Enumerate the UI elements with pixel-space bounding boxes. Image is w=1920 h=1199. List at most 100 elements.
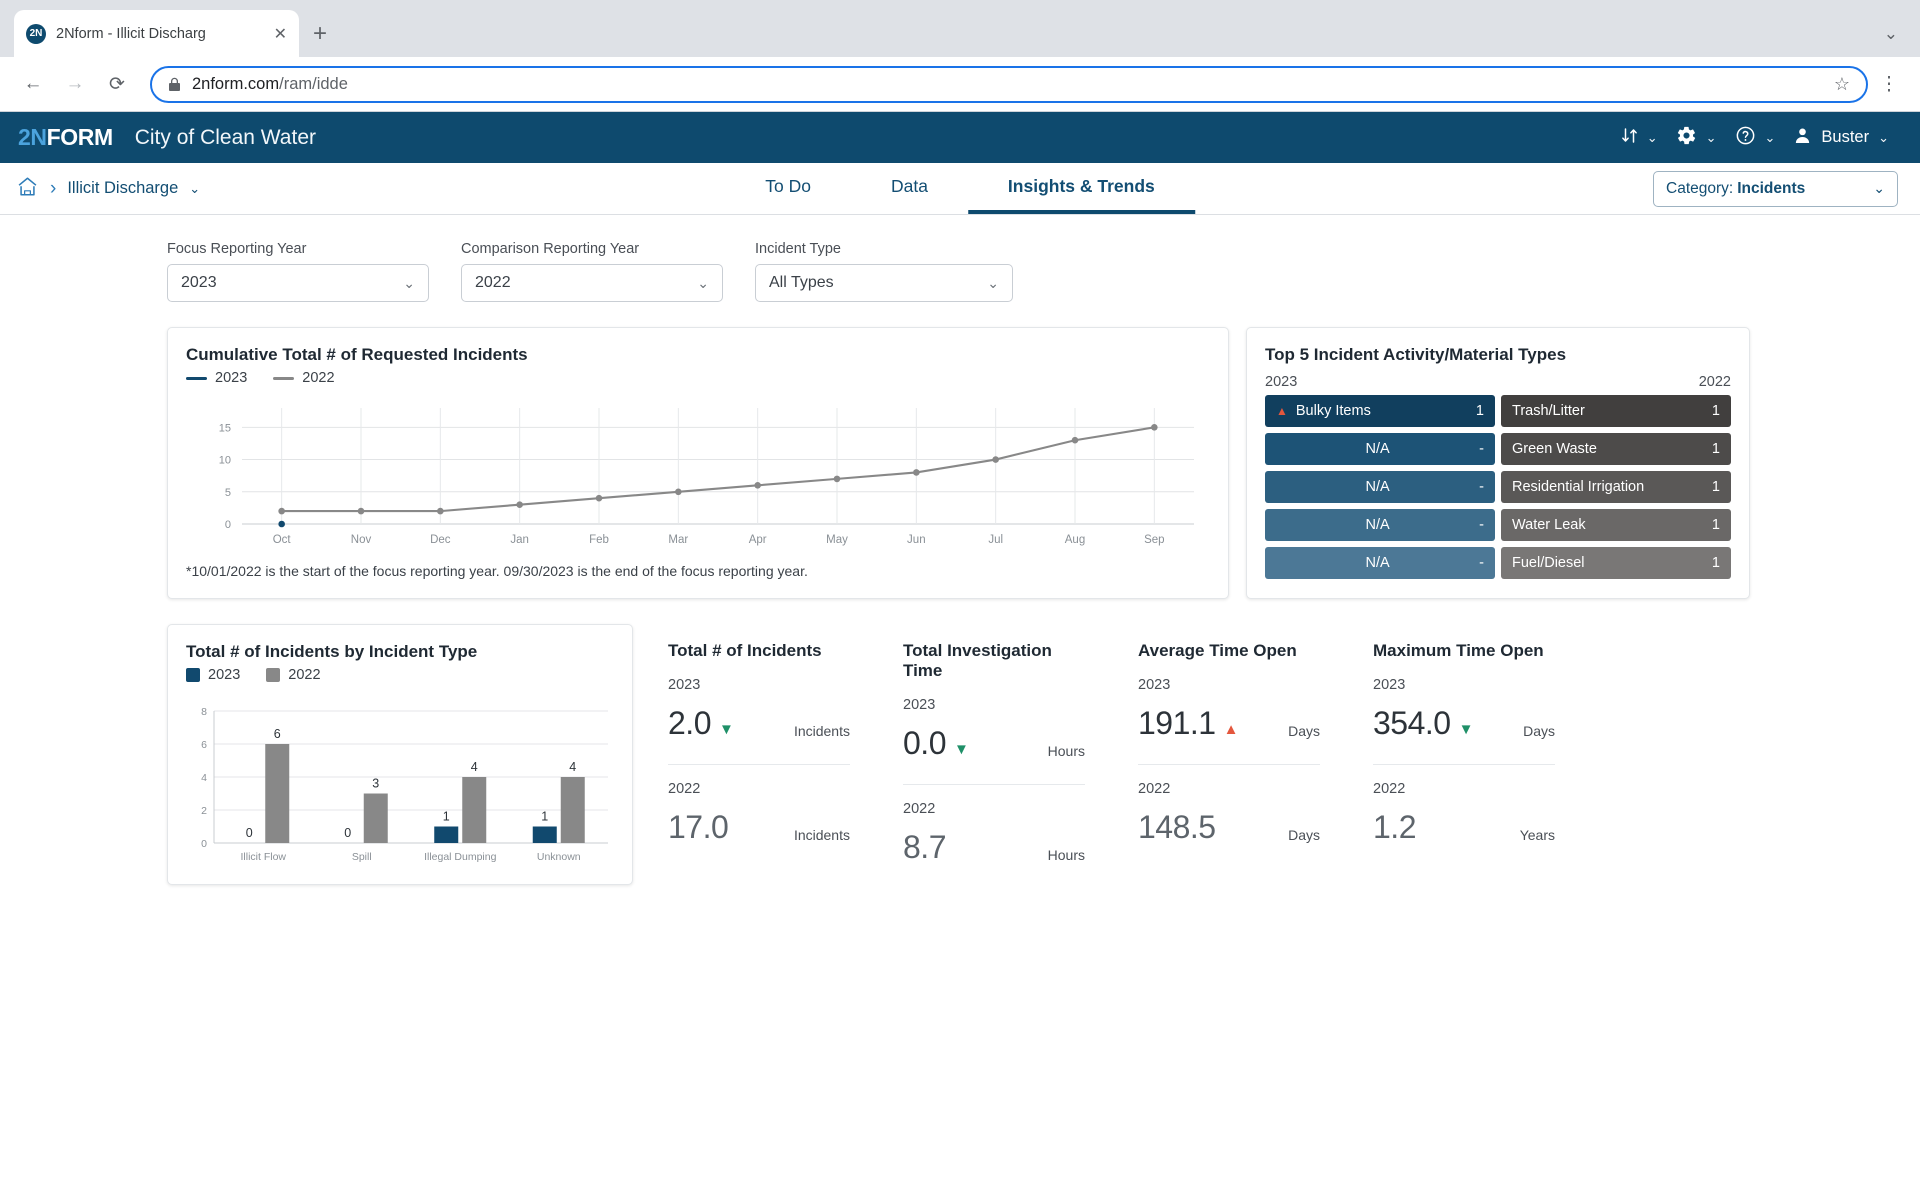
svg-text:5: 5 bbox=[225, 487, 231, 499]
kpi-comparison-block: 2022 8.7 Hours bbox=[903, 785, 1085, 866]
top5-year-headers: 2023 2022 bbox=[1265, 374, 1731, 390]
svg-text:8: 8 bbox=[201, 706, 207, 718]
top5-focus-column: ▲ Bulky Items 1 N/A - N/A - N/A - N/A - bbox=[1265, 395, 1495, 579]
svg-text:Jun: Jun bbox=[907, 534, 926, 546]
kpi-focus-block: 2023 2.0 ▼ Incidents bbox=[668, 661, 850, 742]
top5-row[interactable]: Water Leak 1 bbox=[1501, 509, 1731, 541]
kpi-comparison-year: 2022 bbox=[668, 781, 701, 797]
brand-logo[interactable]: 2N FORM bbox=[18, 124, 113, 151]
chevron-down-icon: ⌄ bbox=[987, 274, 999, 291]
address-bar[interactable]: 2nform.com/ram/idde ☆ bbox=[150, 65, 1868, 103]
svg-text:May: May bbox=[826, 534, 848, 546]
kpi-focus-unit: Days bbox=[1288, 723, 1320, 739]
top5-row-label: Bulky Items bbox=[1295, 403, 1371, 419]
bar-chart: 0 2 4 6 8 0 6 Illicit Flow 0 3 Spill 1 4 Illegal Dump… bbox=[186, 697, 614, 867]
top5-row[interactable]: N/A - bbox=[1265, 547, 1495, 579]
chevron-down-icon[interactable]: ⌄ bbox=[1884, 24, 1898, 44]
breadcrumb-item-illicit-discharge[interactable]: Illicit Discharge bbox=[67, 179, 178, 198]
kpi-focus-value: 0.0 bbox=[903, 725, 946, 761]
legend-item-2023: 2023 bbox=[186, 667, 240, 683]
user-menu[interactable]: Buster ⌄ bbox=[1784, 126, 1898, 150]
forward-arrow-icon[interactable]: → bbox=[56, 65, 94, 103]
kpi-comparison-value: 8.7 bbox=[903, 829, 946, 865]
svg-text:Apr: Apr bbox=[749, 534, 767, 546]
kpi-comparison-unit: Days bbox=[1288, 827, 1320, 843]
svg-text:0: 0 bbox=[246, 826, 253, 840]
star-icon[interactable]: ☆ bbox=[1834, 74, 1850, 95]
top5-row[interactable]: N/A - bbox=[1265, 509, 1495, 541]
close-icon[interactable]: ✕ bbox=[274, 24, 287, 44]
kpi-focus-value-row: 191.1 ▲ Days bbox=[1138, 705, 1320, 742]
kpi-comparison-block: 2022 17.0 Incidents bbox=[668, 765, 850, 846]
focus-reporting-year-select[interactable]: 2023 ⌄ bbox=[167, 264, 429, 302]
top5-row[interactable]: N/A - bbox=[1265, 433, 1495, 465]
chevron-down-icon: ⌄ bbox=[1764, 129, 1776, 145]
kpi-comparison-value-row: 1.2 Years bbox=[1373, 809, 1555, 846]
svg-text:4: 4 bbox=[471, 760, 478, 774]
kpi-focus-block: 2023 191.1 ▲ Days bbox=[1138, 661, 1320, 742]
plus-icon[interactable]: + bbox=[313, 22, 327, 46]
browser-tab[interactable]: 2N 2Nform - Illicit Discharg ✕ bbox=[14, 10, 299, 57]
svg-text:Sep: Sep bbox=[1144, 534, 1164, 546]
cards-row-bottom: Total # of Incidents by Incident Type 20… bbox=[0, 599, 1920, 885]
chart-footnote: *10/01/2022 is the start of the focus re… bbox=[186, 563, 808, 579]
sort-menu[interactable]: ⌄ bbox=[1612, 127, 1667, 149]
legend-item-2022: 2022 bbox=[266, 667, 321, 683]
kpi-focus-year: 2023 bbox=[1138, 677, 1171, 693]
tab-to-do[interactable]: To Do bbox=[725, 163, 851, 214]
card-title: Total # of Incidents bbox=[668, 641, 822, 660]
dashboard-page: Focus Reporting Year 2023 ⌄ Comparison R… bbox=[0, 215, 1920, 885]
kebab-menu-icon[interactable]: ⋮ bbox=[1872, 73, 1906, 96]
filter-focus-reporting-year: Focus Reporting Year 2023 ⌄ bbox=[167, 241, 429, 302]
svg-text:4: 4 bbox=[201, 772, 207, 784]
svg-text:0: 0 bbox=[225, 519, 231, 531]
url-path: /ram/idde bbox=[279, 74, 348, 93]
kpi-comparison-year: 2022 bbox=[1138, 781, 1171, 797]
kpi-focus-value-row: 0.0 ▼ Hours bbox=[903, 725, 1085, 762]
tab-insights-and-trends[interactable]: Insights & Trends bbox=[967, 163, 1195, 214]
svg-text:0: 0 bbox=[201, 838, 207, 850]
svg-text:10: 10 bbox=[219, 455, 231, 467]
tab-data[interactable]: Data bbox=[851, 163, 968, 214]
settings-menu[interactable]: ⌄ bbox=[1667, 125, 1726, 151]
logo-mark: 2N bbox=[18, 124, 47, 150]
browser-tab-strip: 2N 2Nform - Illicit Discharg ✕ + ⌄ bbox=[0, 0, 1920, 57]
top5-row-value: 1 bbox=[1711, 441, 1720, 457]
top5-row[interactable]: ▲ Bulky Items 1 bbox=[1265, 395, 1495, 427]
help-menu[interactable]: ⌄ bbox=[1726, 125, 1785, 151]
top5-row[interactable]: N/A - bbox=[1265, 471, 1495, 503]
incident-type-select[interactable]: All Types ⌄ bbox=[755, 264, 1013, 302]
browser-toolbar: ← → ⟳ 2nform.com/ram/idde ☆ ⋮ bbox=[0, 57, 1920, 112]
focus-year-label: 2023 bbox=[1265, 374, 1298, 390]
trend-up-icon: ▲ bbox=[1223, 721, 1239, 738]
cards-row-top: Cumulative Total # of Requested Incident… bbox=[0, 302, 1920, 599]
trend-up-icon: ▲ bbox=[1276, 404, 1288, 418]
top5-row[interactable]: Trash/Litter 1 bbox=[1501, 395, 1731, 427]
trend-down-icon: ▼ bbox=[718, 721, 734, 738]
svg-text:0: 0 bbox=[344, 826, 351, 840]
reload-icon[interactable]: ⟳ bbox=[98, 65, 136, 103]
back-arrow-icon[interactable]: ← bbox=[14, 65, 52, 103]
kpi-focus-value-row: 2.0 ▼ Incidents bbox=[668, 705, 850, 742]
top5-row-label: N/A bbox=[1365, 517, 1390, 533]
svg-text:3: 3 bbox=[372, 777, 379, 791]
kpi-comparison-value: 17.0 bbox=[668, 809, 729, 845]
svg-text:Jul: Jul bbox=[988, 534, 1003, 546]
top5-row-label: Residential Irrigation bbox=[1512, 479, 1645, 495]
breadcrumb: › Illicit Discharge ⌄ bbox=[16, 163, 200, 214]
category-dropdown[interactable]: Category: Incidents ⌄ bbox=[1653, 170, 1898, 207]
kpi-comparison-year: 2022 bbox=[1373, 781, 1406, 797]
sort-arrows-icon bbox=[1621, 127, 1638, 149]
legend-swatch-icon bbox=[186, 376, 207, 380]
top5-row-label: N/A bbox=[1365, 441, 1390, 457]
svg-text:Nov: Nov bbox=[351, 534, 372, 546]
kpi-comparison-value: 148.5 bbox=[1138, 809, 1216, 845]
svg-text:15: 15 bbox=[219, 422, 231, 434]
top5-row[interactable]: Green Waste 1 bbox=[1501, 433, 1731, 465]
top5-row[interactable]: Fuel/Diesel 1 bbox=[1501, 547, 1731, 579]
chevron-down-icon[interactable]: ⌄ bbox=[189, 181, 200, 197]
kpi-focus-block: 2023 354.0 ▼ Days bbox=[1373, 661, 1555, 742]
home-icon[interactable] bbox=[16, 175, 39, 203]
top5-row[interactable]: Residential Irrigation 1 bbox=[1501, 471, 1731, 503]
comparison-reporting-year-select[interactable]: 2022 ⌄ bbox=[461, 264, 723, 302]
